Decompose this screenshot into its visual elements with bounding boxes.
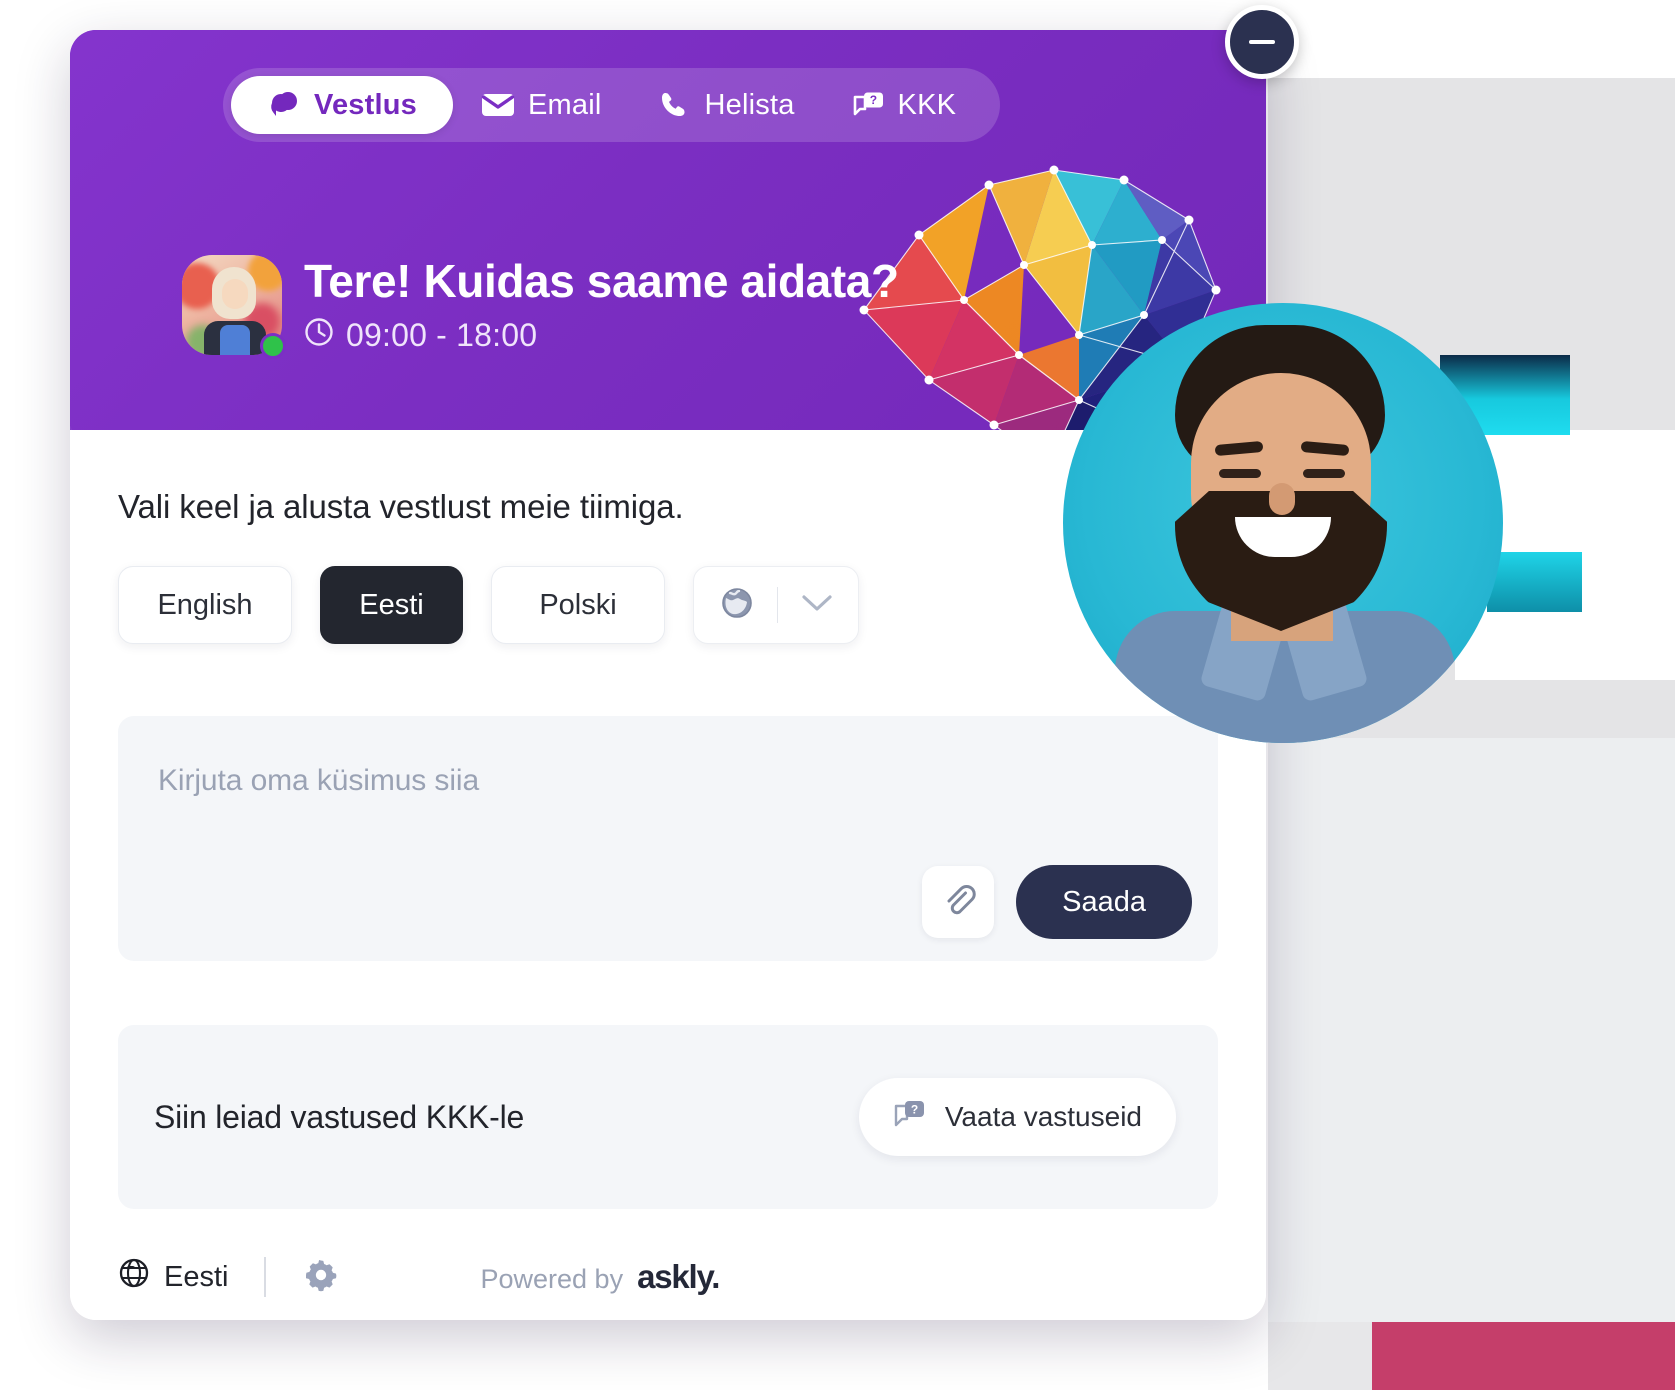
footer-language-label: Eesti xyxy=(164,1260,229,1293)
attach-button[interactable] xyxy=(922,866,995,938)
chat-bubble-icon xyxy=(267,90,301,120)
greeting-block: Tere! Kuidas saame aidata? 09:00 - 18:00 xyxy=(182,255,899,359)
tab-label: Email xyxy=(527,88,602,121)
language-button-english[interactable]: English xyxy=(118,566,292,644)
message-composer[interactable]: Kirjuta oma küsimus siia Saada xyxy=(118,716,1218,961)
background-panel-bottom xyxy=(1268,738,1675,1338)
tab-label: Vestlus xyxy=(314,88,417,121)
page-title: Tere! Kuidas saame aidata? xyxy=(304,255,899,307)
brand-dot: . xyxy=(711,1258,720,1295)
paperclip-icon xyxy=(940,882,976,923)
brand-name: askly xyxy=(637,1258,712,1295)
svg-text:?: ? xyxy=(911,1102,918,1116)
customer-photo xyxy=(1063,303,1503,743)
footer-language-selector[interactable]: Eesti xyxy=(118,1257,228,1297)
widget-header: Vestlus Email Helista ? KKK Tere! Kuidas… xyxy=(70,30,1266,430)
powered-by: Powered by askly. xyxy=(480,1258,720,1296)
globe-icon xyxy=(118,1257,150,1297)
avatar xyxy=(182,255,286,359)
divider xyxy=(264,1257,267,1297)
tab-vestlus[interactable]: Vestlus xyxy=(231,76,453,134)
view-answers-button[interactable]: ? Vaata vastuseid xyxy=(858,1078,1176,1156)
tab-email[interactable]: Email xyxy=(453,76,630,134)
tab-helista[interactable]: Helista xyxy=(629,76,822,134)
settings-button[interactable] xyxy=(302,1256,340,1299)
send-button[interactable]: Saada xyxy=(1016,865,1192,939)
minimize-button[interactable] xyxy=(1225,5,1299,79)
svg-text:?: ? xyxy=(869,93,877,107)
powered-by-label: Powered by xyxy=(480,1264,624,1294)
language-button-polski[interactable]: Polski xyxy=(491,566,665,644)
composer-actions: Saada xyxy=(922,865,1192,939)
minus-icon xyxy=(1249,40,1275,44)
faq-panel: Siin leiad vastused KKK-le ? Vaata vastu… xyxy=(118,1025,1218,1209)
message-input[interactable]: Kirjuta oma küsimus siia xyxy=(158,764,1178,798)
globe-icon xyxy=(719,585,755,626)
faq-text: Siin leiad vastused KKK-le xyxy=(154,1098,525,1135)
background-grey-bottom xyxy=(1268,1322,1372,1390)
tab-label: Helista xyxy=(704,88,795,121)
askly-logo: askly. xyxy=(637,1258,720,1296)
office-hours-text: 09:00 - 18:00 xyxy=(346,317,538,354)
office-hours: 09:00 - 18:00 xyxy=(304,317,899,355)
tab-label: KKK xyxy=(897,88,957,121)
view-answers-label: Vaata vastuseid xyxy=(944,1101,1142,1132)
language-selector: English Eesti Polski xyxy=(118,566,1218,644)
widget-footer: Eesti Powered by askly. xyxy=(70,1234,1266,1320)
language-button-eesti[interactable]: Eesti xyxy=(320,566,463,644)
language-prompt: Vali keel ja alusta vestlust meie tiimig… xyxy=(118,488,684,525)
phone-icon xyxy=(657,90,691,120)
background-teal-accent xyxy=(1487,552,1582,612)
chevron-down-icon xyxy=(800,592,834,619)
gear-icon xyxy=(302,1256,340,1299)
faq-icon: ? xyxy=(893,1099,927,1136)
chat-widget: Vestlus Email Helista ? KKK Tere! Kuidas… xyxy=(70,30,1266,1320)
envelope-icon xyxy=(481,90,515,120)
faq-icon: ? xyxy=(851,90,885,120)
divider xyxy=(776,587,778,623)
background-magenta-strip xyxy=(1372,1322,1675,1390)
clock-icon xyxy=(304,317,334,355)
online-status-dot xyxy=(260,333,286,359)
more-languages-dropdown[interactable] xyxy=(693,566,859,644)
